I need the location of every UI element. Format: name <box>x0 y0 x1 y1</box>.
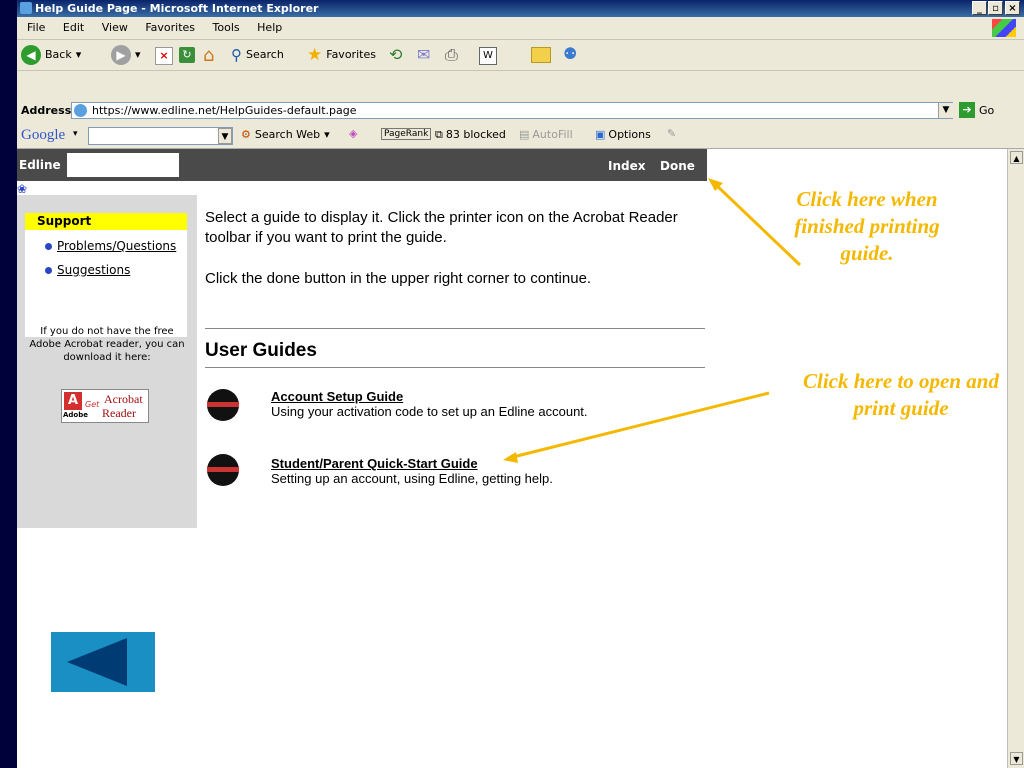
google-logo[interactable]: Google <box>21 127 65 144</box>
chevron-down-icon[interactable]: ▼ <box>218 128 232 144</box>
window-title: Help Guide Page - Microsoft Internet Exp… <box>35 2 319 15</box>
search-icon: ⚲ <box>231 46 242 64</box>
popup-blocker[interactable]: ⧉ 83 blocked <box>435 128 506 142</box>
arrow-to-done <box>712 181 802 267</box>
menu-help[interactable]: Help <box>257 21 282 34</box>
options-button[interactable]: ▣ Options <box>595 128 651 141</box>
chevron-down-icon[interactable]: ▼ <box>938 103 953 118</box>
autofill-icon: ▤ <box>519 128 530 141</box>
star-icon: ★ <box>307 45 323 65</box>
go-button[interactable]: ➔ Go <box>959 102 994 118</box>
folder-icon[interactable] <box>531 47 551 63</box>
menu-favorites[interactable]: Favorites <box>145 21 195 34</box>
page-content: Edline Index Done ❀ Support Problems/Que… <box>17 149 1007 768</box>
blocked-count: 83 blocked <box>445 128 506 141</box>
menu-tools[interactable]: Tools <box>213 21 240 34</box>
address-input[interactable]: https://www.edline.net/HelpGuides-defaul… <box>71 102 953 119</box>
scroll-down-icon[interactable]: ▼ <box>1010 752 1023 765</box>
windows-logo-icon <box>992 19 1016 37</box>
search-web-label: Search Web <box>254 128 321 141</box>
search-label: Search <box>246 48 284 61</box>
arrow-head-icon <box>503 452 518 463</box>
highlighter-icon[interactable]: ✎ <box>667 127 676 140</box>
ie-icon <box>20 2 32 14</box>
arrow-to-guide <box>508 391 770 460</box>
standard-toolbar: ◀ Back ▾ ▶ ▾ × ↻ ⌂ ⚲ Search ★ Favorites … <box>17 40 1024 71</box>
home-icon[interactable]: ⌂ <box>203 45 214 66</box>
go-arrow-icon: ➔ <box>959 102 975 118</box>
address-url: https://www.edline.net/HelpGuides-defaul… <box>92 104 357 117</box>
close-button[interactable]: × <box>1005 1 1020 15</box>
back-button[interactable]: ◀ Back ▾ <box>21 44 81 66</box>
popup-blocker-icon: ⧉ <box>435 128 443 141</box>
back-slide-button[interactable] <box>51 632 155 692</box>
annotation-arrows <box>503 178 802 463</box>
pagerank-indicator[interactable]: PageRank <box>381 128 432 140</box>
autofill-button[interactable]: ▤ AutoFill <box>519 128 573 141</box>
print-icon[interactable]: ⎙ <box>445 45 458 65</box>
mail-icon[interactable]: ✉ <box>417 45 430 64</box>
refresh-icon[interactable]: ↻ <box>179 47 195 63</box>
back-label: Back <box>45 48 72 61</box>
stop-icon[interactable]: × <box>155 47 173 65</box>
go-label: Go <box>979 103 995 117</box>
favorites-label: Favorites <box>326 48 376 61</box>
menu-bar: File Edit View Favorites Tools Help <box>17 17 1024 40</box>
options-label: Options <box>608 128 651 141</box>
page-icon <box>74 104 87 117</box>
chevron-down-icon: ▾ <box>324 128 330 141</box>
forward-button[interactable]: ▶ ▾ <box>111 44 141 66</box>
options-icon: ▣ <box>595 128 606 141</box>
autofill-label: AutoFill <box>532 128 573 141</box>
history-icon[interactable]: ⟲ <box>389 45 402 64</box>
back-arrow-icon: ◀ <box>21 45 41 65</box>
google-toolbar: Google ▾ ▼ ⚙ Search Web ▾ ◈ PageRank ⧉ 8… <box>17 124 1024 149</box>
browser-window: Help Guide Page - Microsoft Internet Exp… <box>17 0 1024 768</box>
chevron-down-icon[interactable]: ▾ <box>73 129 78 139</box>
search-button[interactable]: ⚲ Search <box>231 44 284 66</box>
google-search-input[interactable] <box>88 127 233 145</box>
title-bar: Help Guide Page - Microsoft Internet Exp… <box>17 0 1024 17</box>
chevron-down-icon: ▾ <box>75 48 82 61</box>
search-web-icon: ⚙ <box>241 128 251 141</box>
favorites-button[interactable]: ★ Favorites <box>307 44 376 66</box>
maximize-button[interactable]: ▫ <box>988 1 1003 15</box>
address-label: Address <box>21 104 72 117</box>
menu-view[interactable]: View <box>102 21 128 34</box>
word-icon[interactable]: W <box>479 47 497 65</box>
news-icon[interactable]: ◈ <box>349 127 357 140</box>
minimize-button[interactable]: _ <box>972 1 987 15</box>
vertical-scrollbar[interactable]: ▲ ▼ <box>1007 149 1024 768</box>
chevron-down-icon: ▾ <box>135 48 141 61</box>
menu-file[interactable]: File <box>27 21 45 34</box>
menu-edit[interactable]: Edit <box>63 21 84 34</box>
address-bar: Address https://www.edline.net/HelpGuide… <box>17 101 1024 121</box>
messenger-icon[interactable]: ⚉ <box>563 44 577 63</box>
forward-arrow-icon: ▶ <box>111 45 131 65</box>
left-arrow-icon <box>67 638 127 686</box>
scroll-up-icon[interactable]: ▲ <box>1010 151 1023 164</box>
search-web-button[interactable]: ⚙ Search Web ▾ <box>241 128 330 141</box>
